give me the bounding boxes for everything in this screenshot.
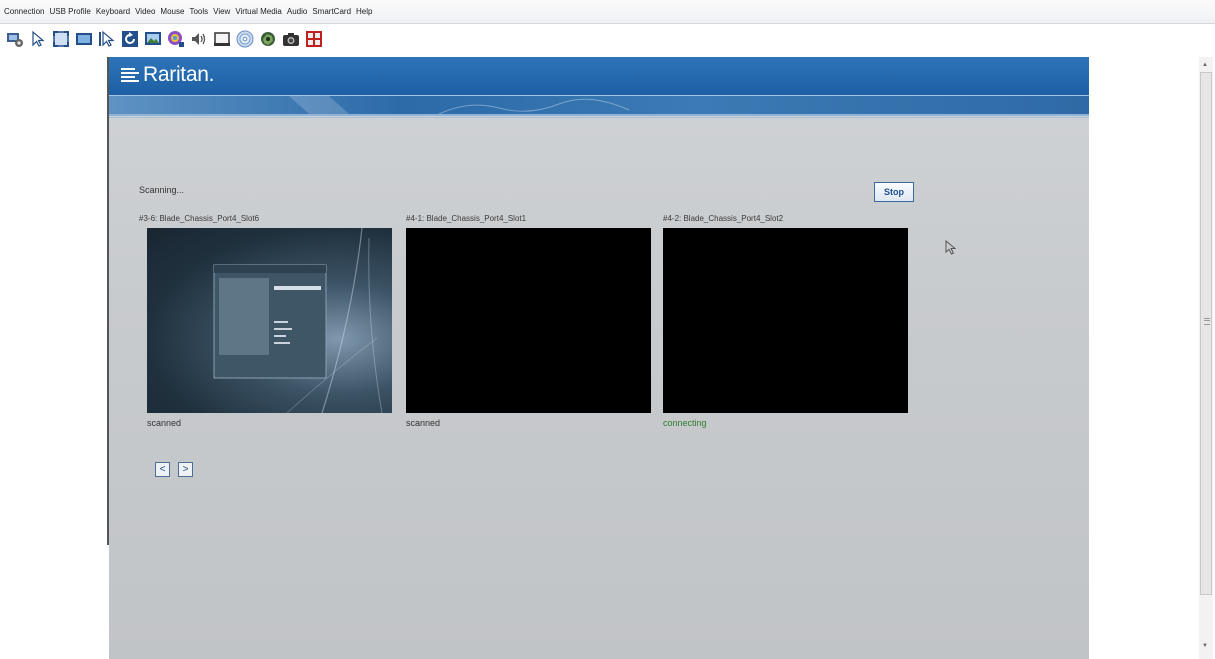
scan-status: Scanning... — [139, 185, 185, 195]
scan-thumbnail[interactable] — [147, 228, 392, 413]
scroll-up-arrow-icon[interactable]: ▲ — [1202, 62, 1208, 68]
mouse-pointer-icon — [945, 240, 957, 255]
tile-status: scanned — [406, 418, 441, 428]
previous-page-button[interactable]: < — [155, 462, 170, 477]
screen-scale-icon[interactable] — [75, 30, 93, 48]
menu-keyboard[interactable]: Keyboard — [96, 7, 130, 16]
raritan-logo-mark-icon — [121, 68, 139, 82]
full-screen-icon[interactable] — [52, 30, 70, 48]
menu-audio[interactable]: Audio — [287, 7, 307, 16]
tile-title: #4-1: Blade_Chassis_Port4_Slot1 — [406, 214, 527, 223]
header-banner: Raritan. — [109, 57, 1089, 96]
menu-usb-profile[interactable]: USB Profile — [49, 7, 90, 16]
next-page-button[interactable]: > — [178, 462, 193, 477]
keyboard-icon[interactable] — [213, 30, 231, 48]
vertical-scrollbar[interactable]: ▲ ▼ — [1199, 57, 1213, 659]
left-margin — [0, 56, 108, 659]
stop-button[interactable]: Stop — [874, 182, 914, 202]
toolbar — [0, 24, 1215, 54]
menu-help[interactable]: Help — [356, 7, 372, 16]
port-scan-icon[interactable] — [305, 30, 323, 48]
virtual-media-icon[interactable] — [259, 30, 277, 48]
header-divider — [109, 117, 1089, 118]
menu-mouse[interactable]: Mouse — [160, 7, 184, 16]
tile-status: scanned — [147, 418, 182, 428]
scan-thumbnail[interactable] — [663, 228, 908, 413]
menu-tools[interactable]: Tools — [189, 7, 208, 16]
color-settings-icon[interactable] — [167, 30, 185, 48]
brand-name: Raritan. — [143, 63, 215, 86]
refresh-icon[interactable] — [121, 30, 139, 48]
single-cursor-icon[interactable] — [29, 30, 47, 48]
tile-status: connecting — [663, 418, 707, 428]
menu-video[interactable]: Video — [135, 7, 155, 16]
raritan-logo: Raritan. — [121, 63, 214, 87]
scrollbar-grip-icon — [1204, 318, 1210, 325]
menu-view[interactable]: View — [213, 7, 230, 16]
scroll-down-arrow-icon[interactable]: ▼ — [1202, 643, 1208, 649]
menu-connection[interactable]: Connection — [4, 7, 44, 16]
scrollbar-thumb[interactable] — [1200, 72, 1212, 595]
tile-title: #3-6: Blade_Chassis_Port4_Slot6 — [139, 214, 260, 223]
video-settings-icon[interactable] — [144, 30, 162, 48]
screenshot-icon[interactable] — [282, 30, 300, 48]
header-strip — [109, 96, 1089, 116]
menu-smartcard[interactable]: SmartCard — [312, 7, 351, 16]
mouse-sync-icon[interactable] — [98, 30, 116, 48]
menu-bar: Connection USB Profile Keyboard Video Mo… — [0, 0, 1215, 24]
cd-rom-icon[interactable] — [236, 30, 254, 48]
tile-title: #4-2: Blade_Chassis_Port4_Slot2 — [663, 214, 784, 223]
connection-properties-icon[interactable] — [6, 30, 24, 48]
scan-thumbnail[interactable] — [406, 228, 651, 413]
kvm-session-viewport: Raritan. Scanning... Stop #3-6: Blade_Ch… — [109, 57, 1089, 659]
menu-virtual-media[interactable]: Virtual Media — [235, 7, 282, 16]
audio-icon[interactable] — [190, 30, 208, 48]
